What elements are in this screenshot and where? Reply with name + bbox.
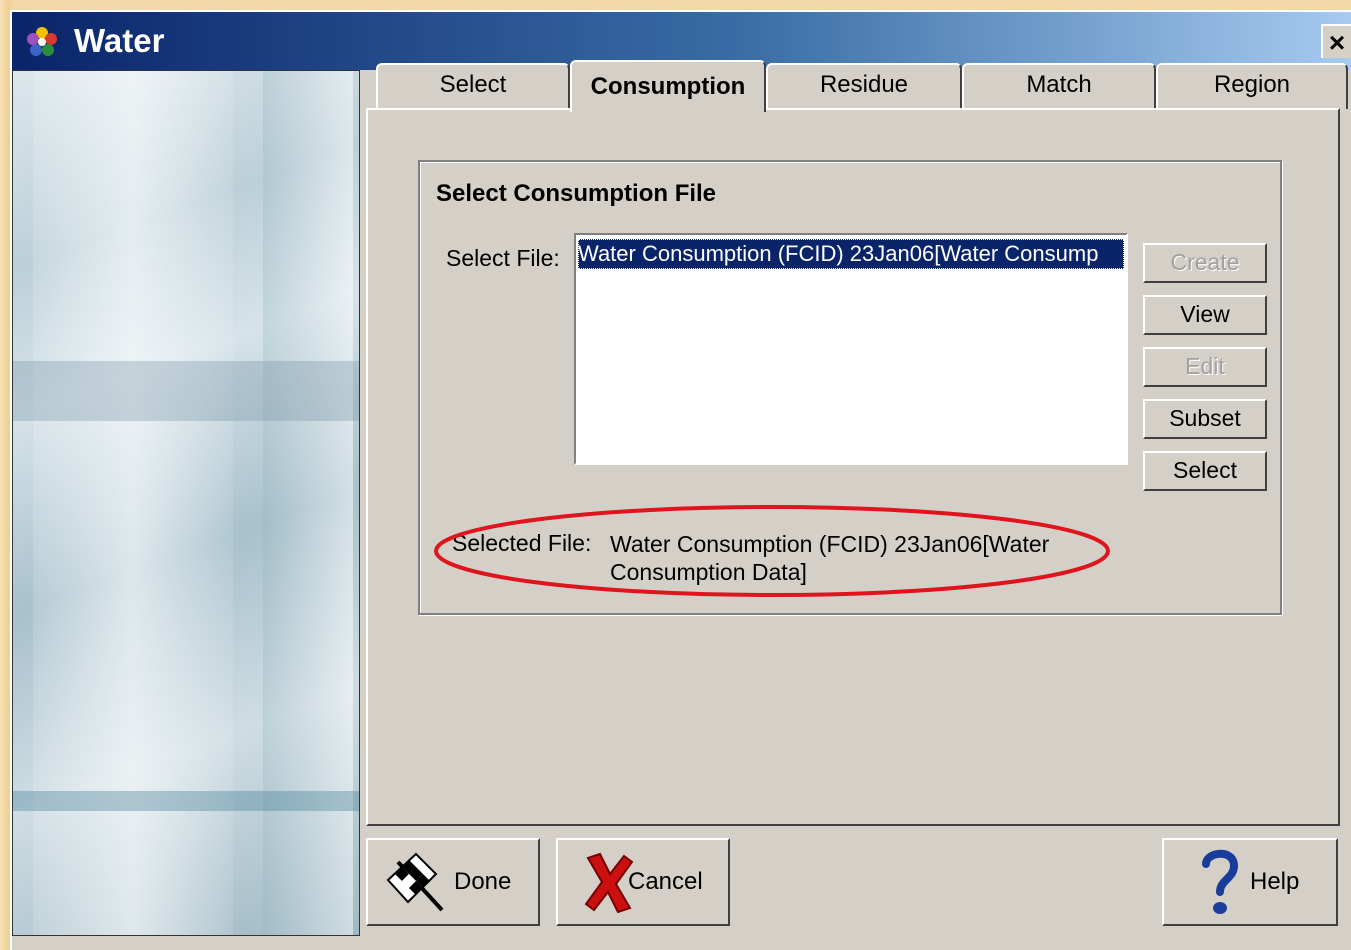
tab-label: Select xyxy=(439,71,507,98)
edit-button[interactable]: Edit xyxy=(1143,347,1267,387)
water-bottles-image xyxy=(12,70,360,936)
group-title: Select Consumption File xyxy=(436,180,717,207)
tab-label: Match xyxy=(1026,71,1092,98)
window-title: Water xyxy=(74,22,165,59)
tab-label: Residue xyxy=(819,71,909,98)
tab-match[interactable]: Match xyxy=(962,63,1156,109)
checkered-flag-icon xyxy=(386,852,444,912)
list-item[interactable]: Water Consumption (FCID) 23Jan06[Water C… xyxy=(578,239,1124,269)
help-question-icon xyxy=(1202,849,1239,914)
create-button[interactable]: Create xyxy=(1143,243,1267,283)
done-button[interactable]: Done xyxy=(366,838,540,926)
done-label: Done xyxy=(454,868,512,895)
flower-app-icon xyxy=(27,27,57,56)
help-button[interactable]: Help xyxy=(1162,838,1338,926)
help-label: Help xyxy=(1250,868,1300,895)
file-listbox[interactable]: Water Consumption (FCID) 23Jan06[Water C… xyxy=(574,233,1128,465)
red-x-icon xyxy=(584,852,634,914)
close-button[interactable]: × xyxy=(1321,24,1351,58)
highlight-ellipse xyxy=(434,505,1110,597)
tab-select[interactable]: Select xyxy=(376,63,570,109)
tab-region[interactable]: Region xyxy=(1156,63,1348,109)
tab-label: Consumption xyxy=(590,73,746,100)
subset-button[interactable]: Subset xyxy=(1143,399,1267,439)
view-button[interactable]: View xyxy=(1143,295,1267,335)
tab-label: Region xyxy=(1213,71,1291,98)
cancel-button[interactable]: Cancel xyxy=(556,838,730,926)
select-button[interactable]: Select xyxy=(1143,451,1267,491)
tab-residue[interactable]: Residue xyxy=(766,63,962,109)
close-icon: × xyxy=(1328,27,1346,58)
select-file-label: Select File: xyxy=(446,245,560,271)
tab-consumption[interactable]: Consumption xyxy=(570,60,766,112)
cancel-label: Cancel xyxy=(628,868,703,895)
